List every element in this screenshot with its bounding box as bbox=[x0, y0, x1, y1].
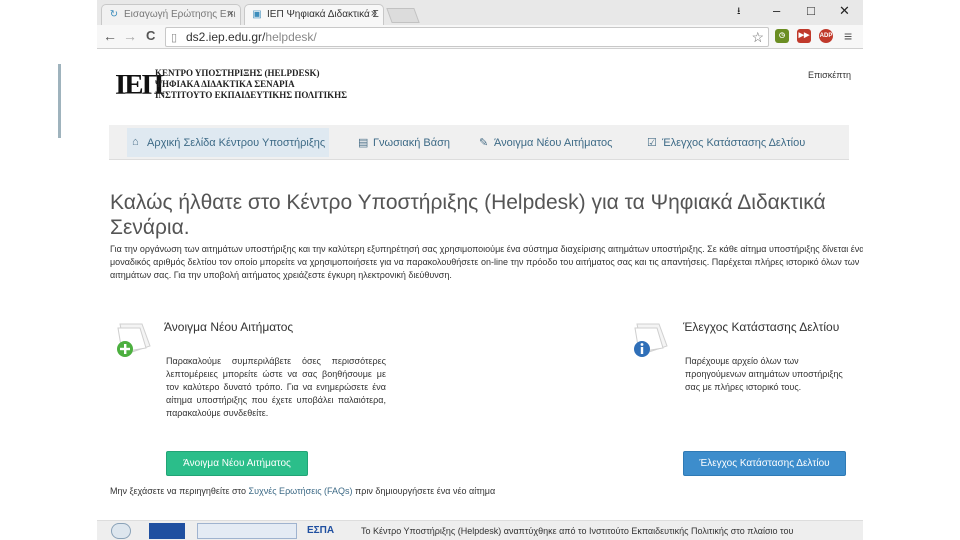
greek-emblem-logo bbox=[111, 523, 131, 539]
site-title: ΚΕΝΤΡΟ ΥΠΟΣΤΗΡΙΞΗΣ (HELPDESK) ΨΗΦΙΑΚΑ ΔΙ… bbox=[155, 68, 347, 101]
program-logo bbox=[197, 523, 297, 539]
address-bar[interactable]: ▯ ds2.iep.edu.gr/helpdesk/ ☆ bbox=[165, 27, 769, 47]
nav-label: Γνωσιακή Βάση bbox=[373, 137, 451, 149]
nav-label: Έλεγχος Κατάστασης Δελτίου bbox=[662, 137, 806, 149]
nav-label: Αρχική Σελίδα Κέντρου Υποστήριξης bbox=[147, 137, 326, 149]
edit-icon: ✎ bbox=[479, 137, 489, 149]
tab-close-icon[interactable]: × bbox=[371, 8, 377, 20]
tab-ask-question[interactable]: ↻ Εισαγωγή Ερώτησης Επι × bbox=[101, 4, 241, 25]
site-title-line: ΚΕΝΤΡΟ ΥΠΟΣΤΗΡΙΞΗΣ (HELPDESK) bbox=[155, 68, 320, 78]
tab-label: Εισαγωγή Ερώτησης Επι bbox=[124, 9, 236, 20]
new-ticket-icon bbox=[117, 323, 151, 357]
close-window-icon[interactable]: ✕ bbox=[839, 3, 850, 19]
menu-icon[interactable]: ≡ bbox=[844, 28, 852, 44]
helpdesk-page: ΙΕΠ ΚΕΝΤΡΟ ΥΠΟΣΤΗΡΙΞΗΣ (HELPDESK) ΨΗΦΙΑΚ… bbox=[97, 50, 863, 540]
footer-text: Το Κέντρο Υποστήριξης (Helpdesk) αναπτύχ… bbox=[361, 526, 794, 536]
new-tab-button[interactable] bbox=[386, 8, 420, 23]
open-new-ticket-button[interactable]: Άνοιγμα Νέου Αιτήματος bbox=[166, 451, 308, 476]
eu-flag-logo bbox=[149, 523, 185, 539]
forward-extension-icon[interactable]: ▶▶ bbox=[797, 29, 811, 43]
clock-extension-icon[interactable]: ◷ bbox=[775, 29, 789, 43]
espa-logo: ΕΣΠΑ bbox=[307, 525, 335, 536]
site-title-line: ΨΗΦΙΑΚΑ ΔΙΔΑΚΤΙΚΑ ΣΕΝΑΡΙΑ bbox=[155, 79, 295, 89]
check-status-icon bbox=[634, 323, 668, 357]
guest-label: Επισκέπτη bbox=[807, 70, 851, 80]
nav-check-status[interactable]: ☑ Έλεγχος Κατάστασης Δελτίου bbox=[642, 128, 809, 157]
home-icon: ⌂ bbox=[132, 136, 139, 148]
nav-label: Άνοιγμα Νέου Αιτήματος bbox=[494, 137, 613, 149]
browser-window: ↻ Εισαγωγή Ερώτησης Επι × ▣ ΙΕΠ Ψηφιακά … bbox=[97, 0, 863, 540]
site-title-line: ΙΝΣΤΙΤΟΥΤΟ ΕΚΠΑΙΔΕΥΤΙΚΗΣ ΠΟΛΙΤΙΚΗΣ bbox=[155, 90, 348, 100]
slide-accent-bar bbox=[58, 64, 61, 138]
check-status-description: Παρέχουμε αρχείο όλων των προηγούμενων α… bbox=[685, 356, 843, 392]
reload-icon[interactable]: C bbox=[146, 28, 155, 44]
welcome-heading: Καλώς ήλθατε στο Κέντρο Υποστήριξης (Hel… bbox=[110, 191, 826, 239]
tab-label: ΙΕΠ Ψηφιακά Διδακτικά Σ bbox=[267, 9, 379, 20]
book-icon: ▤ bbox=[358, 137, 369, 149]
tab-strip: ↻ Εισαγωγή Ερώτησης Επι × ▣ ΙΕΠ Ψηφιακά … bbox=[97, 0, 863, 25]
footer: ΕΣΠΑ Το Κέντρο Υποστήριξης (Helpdesk) αν… bbox=[97, 520, 863, 540]
faq-note: Μην ξεχάσετε να περιηγηθείτε στο Συχνές … bbox=[110, 486, 495, 496]
iep-logo[interactable]: ΙΕΠ bbox=[115, 68, 164, 102]
forward-icon[interactable]: → bbox=[123, 28, 137, 44]
tab-iep-scenarios[interactable]: ▣ ΙΕΠ Ψηφιακά Διδακτικά Σ × bbox=[244, 4, 384, 25]
check-status-title: Έλεγχος Κατάστασης Δελτίου bbox=[683, 320, 840, 334]
new-ticket-title: Άνοιγμα Νέου Αιτήματος bbox=[164, 320, 294, 334]
faq-note-prefix: Μην ξεχάσετε να περιηγηθείτε στο bbox=[110, 486, 249, 496]
refresh-favicon-icon: ↻ bbox=[109, 9, 119, 20]
url-path: helpdesk/ bbox=[265, 30, 317, 44]
check-ticket-status-button[interactable]: Έλεγχος Κατάστασης Δελτίου bbox=[683, 451, 846, 476]
nav-knowledge-base[interactable]: ▤ Γνωσιακή Βάση bbox=[353, 128, 454, 157]
browser-toolbar: ← → C ▯ ds2.iep.edu.gr/helpdesk/ ☆ ◷ ▶▶ … bbox=[97, 25, 863, 49]
maximize-icon[interactable]: □ bbox=[807, 3, 815, 18]
url-host: ds2.iep.edu.gr/ bbox=[186, 30, 266, 44]
check-icon: ☑ bbox=[647, 137, 657, 149]
minimize-icon[interactable]: – bbox=[773, 3, 780, 18]
intro-text: Για την οργάνωση των αιτημάτων υποστήριξ… bbox=[110, 244, 863, 280]
nav-home[interactable]: ⌂ Αρχική Σελίδα Κέντρου Υποστήριξης bbox=[127, 128, 330, 157]
faq-note-suffix: πριν δημιουργήσετε ένα νέο αίτημα bbox=[352, 486, 496, 496]
back-icon[interactable]: ← bbox=[103, 28, 117, 44]
download-icon[interactable]: ⭳ bbox=[737, 4, 741, 21]
iep-favicon-icon: ▣ bbox=[252, 9, 262, 20]
faq-link[interactable]: Συχνές Ερωτήσεις (FAQs) bbox=[249, 486, 353, 496]
bookmark-star-icon[interactable]: ☆ bbox=[751, 29, 764, 46]
adblock-extension-icon[interactable]: ADP bbox=[819, 29, 833, 43]
page-icon: ▯ bbox=[171, 32, 178, 44]
nav-open-ticket[interactable]: ✎ Άνοιγμα Νέου Αιτήματος bbox=[474, 128, 616, 157]
main-nav: ⌂ Αρχική Σελίδα Κέντρου Υποστήριξης ▤ Γν… bbox=[109, 125, 849, 160]
new-ticket-description: Παρακαλούμε συμπεριλάβετε όσες περισσότε… bbox=[166, 356, 386, 418]
tab-close-icon[interactable]: × bbox=[228, 8, 234, 20]
